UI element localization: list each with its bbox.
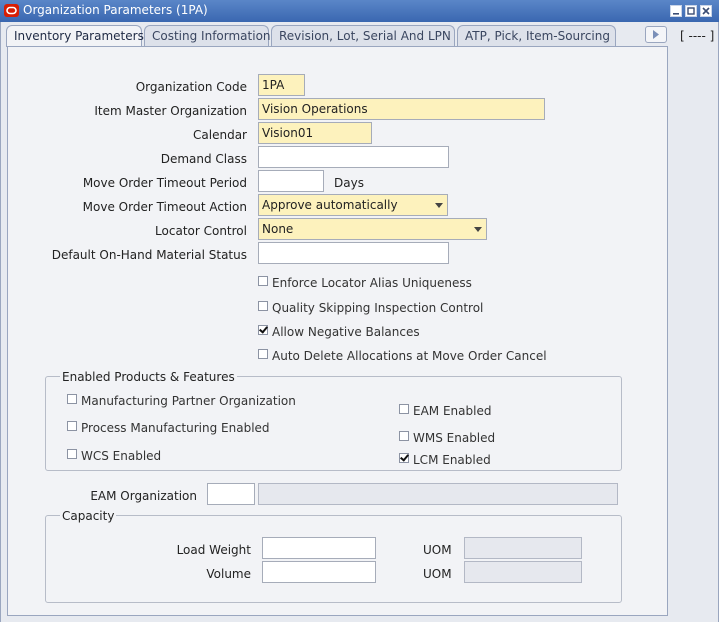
minimize-button[interactable] [670, 5, 682, 17]
timeout-action-value: Approve automatically [262, 198, 398, 212]
load-weight-field[interactable] [262, 537, 376, 559]
volume-uom-field [464, 561, 582, 583]
eam-org-code-field[interactable] [207, 483, 255, 505]
volume-field[interactable] [262, 561, 376, 583]
maximize-button[interactable] [685, 5, 697, 17]
record-indicator: [ ---- ] [680, 29, 715, 43]
tab-revision-lot-serial-lpn[interactable]: Revision, Lot, Serial And LPN [271, 25, 455, 46]
demand-class-label: Demand Class [160, 152, 247, 166]
wcs-enabled-checkbox[interactable] [67, 449, 77, 459]
quality-skipping-label[interactable]: Quality Skipping Inspection Control [272, 301, 483, 315]
capacity-title: Capacity [60, 509, 117, 523]
volume-label: Volume [206, 567, 251, 581]
locator-control-value: None [262, 222, 294, 236]
mfg-partner-org-label[interactable]: Manufacturing Partner Organization [81, 394, 296, 408]
timeout-period-field[interactable] [258, 170, 324, 192]
dropdown-arrow-icon[interactable] [435, 203, 443, 208]
eam-enabled-checkbox[interactable] [399, 404, 409, 414]
eam-org-label: EAM Organization [90, 489, 197, 503]
oracle-icon [4, 4, 19, 17]
onhand-status-label: Default On-Hand Material Status [51, 248, 247, 262]
title-bar: Organization Parameters (1PA) [0, 0, 719, 22]
timeout-period-unit: Days [334, 176, 364, 190]
timeout-period-label: Move Order Timeout Period [82, 176, 247, 190]
auto-delete-allocations-label[interactable]: Auto Delete Allocations at Move Order Ca… [272, 349, 547, 363]
locator-control-select[interactable]: None [258, 218, 487, 240]
lcm-enabled-label[interactable]: LCM Enabled [413, 453, 491, 467]
wms-enabled-label[interactable]: WMS Enabled [413, 431, 495, 445]
timeout-action-label: Move Order Timeout Action [82, 200, 247, 214]
capacity-group [45, 515, 622, 603]
eam-org-name-field [258, 483, 618, 505]
onhand-status-field[interactable] [258, 242, 449, 264]
locator-control-label: Locator Control [155, 224, 247, 238]
item-master-field[interactable]: Vision Operations [258, 98, 545, 120]
tab-scroll-button[interactable] [645, 26, 667, 43]
enforce-locator-alias-label[interactable]: Enforce Locator Alias Uniqueness [272, 276, 472, 290]
process-mfg-label[interactable]: Process Manufacturing Enabled [81, 421, 270, 435]
tab-inventory-parameters[interactable]: Inventory Parameters [6, 25, 144, 47]
calendar-field[interactable]: Vision01 [258, 122, 372, 144]
lcm-enabled-checkbox[interactable] [399, 453, 409, 463]
demand-class-field[interactable] [258, 146, 449, 168]
item-master-label: Item Master Organization [94, 104, 247, 118]
tab-atp-pick-item-sourcing[interactable]: ATP, Pick, Item-Sourcing [457, 25, 616, 46]
tab-costing-information[interactable]: Costing Information [144, 25, 271, 46]
weight-uom-label: UOM [423, 543, 452, 557]
quality-skipping-checkbox[interactable] [258, 301, 268, 311]
allow-negative-balances-label[interactable]: Allow Negative Balances [272, 325, 420, 339]
allow-negative-balances-checkbox[interactable] [258, 325, 268, 335]
enabled-products-title: Enabled Products & Features [60, 370, 237, 384]
enforce-locator-alias-checkbox[interactable] [258, 276, 268, 286]
window-title: Organization Parameters (1PA) [23, 3, 208, 17]
timeout-action-select[interactable]: Approve automatically [258, 194, 448, 216]
wcs-enabled-label[interactable]: WCS Enabled [81, 449, 161, 463]
auto-delete-allocations-checkbox[interactable] [258, 349, 268, 359]
dropdown-arrow-icon[interactable] [474, 227, 482, 232]
org-code-field[interactable]: 1PA [258, 74, 305, 96]
process-mfg-checkbox[interactable] [67, 421, 77, 431]
load-weight-label: Load Weight [176, 543, 251, 557]
volume-uom-label: UOM [423, 567, 452, 581]
eam-enabled-label[interactable]: EAM Enabled [413, 404, 491, 418]
chevron-right-icon [653, 30, 659, 39]
org-code-label: Organization Code [135, 80, 247, 94]
close-button[interactable] [700, 5, 712, 17]
wms-enabled-checkbox[interactable] [399, 431, 409, 441]
calendar-label: Calendar [193, 128, 247, 142]
mfg-partner-org-checkbox[interactable] [67, 394, 77, 404]
weight-uom-field [464, 537, 582, 559]
